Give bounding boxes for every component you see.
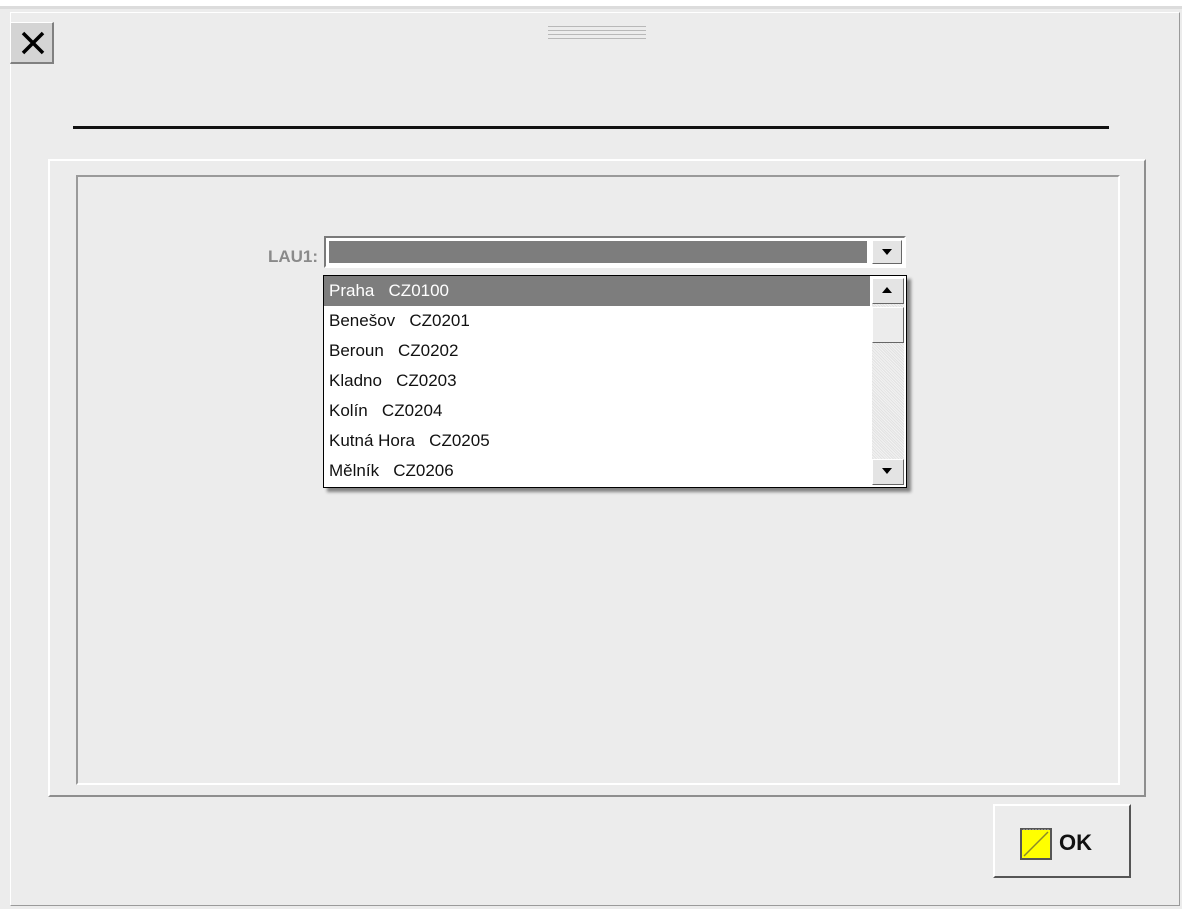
ok-button-label: OK (1059, 830, 1092, 855)
top-strip-shadow (0, 6, 1182, 9)
dropdown-item[interactable]: Kladno CZ0203 (324, 366, 870, 396)
ok-check-icon (1020, 828, 1052, 860)
lau1-combobox[interactable] (324, 236, 906, 268)
dropdown-scrollbar[interactable] (872, 278, 904, 485)
close-icon (21, 31, 45, 55)
dropdown-item[interactable]: Kutná Hora CZ0205 (324, 426, 870, 456)
grip-line (548, 26, 646, 27)
grip-line (548, 38, 646, 39)
close-button[interactable] (10, 22, 54, 64)
scroll-down-icon (882, 468, 892, 474)
combo-selected-value[interactable] (329, 241, 867, 263)
dropdown-item[interactable]: Benešov CZ0201 (324, 306, 870, 336)
lau1-dropdown-list[interactable]: Praha CZ0100 Benešov CZ0201 Beroun CZ0202 K… (323, 275, 907, 488)
scroll-up-icon (882, 287, 892, 293)
grip-line (548, 34, 646, 35)
dropdown-item[interactable]: Beroun CZ0202 (324, 336, 870, 366)
chevron-down-icon (882, 249, 892, 255)
scroll-up-button[interactable] (872, 278, 904, 304)
dropdown-item[interactable]: Praha CZ0100 (324, 276, 870, 306)
dropdown-item[interactable]: Mělník CZ0206 (324, 456, 870, 486)
drag-grip[interactable] (548, 26, 646, 42)
scroll-thumb[interactable] (872, 307, 904, 343)
title-rule (73, 126, 1109, 129)
scroll-down-button[interactable] (872, 459, 904, 485)
dropdown-item[interactable]: Kolín CZ0204 (324, 396, 870, 426)
lau1-label: LAU1: (267, 247, 318, 266)
combo-dropdown-button[interactable] (872, 240, 902, 264)
ok-button[interactable]: OK (993, 804, 1131, 878)
dropdown-items: Praha CZ0100 Benešov CZ0201 Beroun CZ0202 K… (324, 276, 870, 486)
grip-line (548, 30, 646, 31)
